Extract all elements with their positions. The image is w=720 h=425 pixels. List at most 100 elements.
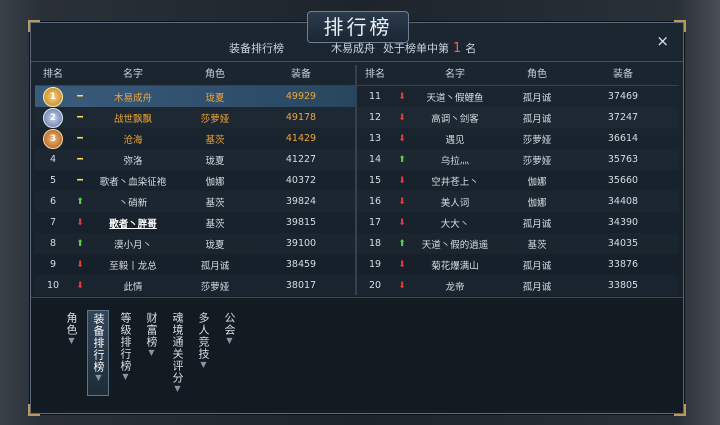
score-cell: 34408 [607, 196, 639, 207]
player-name-cell: 乌拉灬 [440, 155, 470, 167]
role-cell: 伽娜 [205, 176, 225, 188]
trend-cell: ⬇ [393, 175, 411, 186]
tab-6[interactable]: 多人竞技▼ [193, 310, 213, 396]
role-cell: 珑夏 [205, 92, 225, 104]
role-cell: 孤月诚 [522, 113, 552, 125]
table-row[interactable]: 14 ⬆ 乌拉灬 莎萝娅 35763 [357, 149, 679, 170]
player-name-highlight[interactable]: 歌者丶胖哥 [109, 219, 157, 230]
trend-cell: ⬇ [393, 196, 411, 207]
player-name-cell: 此情 [123, 281, 143, 293]
rank-cell: 7 [49, 217, 57, 228]
score-cell: 41429 [285, 133, 317, 144]
tab-4[interactable]: 财富榜▼ [141, 310, 161, 396]
role-cell: 基茨 [205, 218, 225, 230]
table-row[interactable]: 20 ⬇ 龙帝 孤月诚 33805 [357, 275, 679, 296]
trend-cell: ⬆ [393, 154, 411, 165]
trend-down-icon: ⬇ [76, 281, 84, 291]
rank-medal-icon: 3 [43, 128, 63, 149]
tab-7[interactable]: 公会▼ [219, 310, 239, 396]
rank-cell: 12 [368, 112, 382, 123]
trend-up-icon: ⬆ [398, 155, 406, 165]
table-row[interactable]: 19 ⬇ 菊花爆满山 孤月诚 33876 [357, 254, 679, 275]
score-cell: 39815 [285, 217, 317, 228]
header-rank: 排名 [43, 69, 63, 80]
table-row[interactable]: 8 ⬆ 漠小月丶 珑夏 39100 [35, 233, 357, 254]
table-row[interactable]: 16 ⬇ 美人词 伽娜 34408 [357, 191, 679, 212]
trend-cell: ━ [71, 112, 89, 123]
chevron-down-icon: ▼ [121, 372, 130, 382]
rank-cell: 6 [49, 196, 57, 207]
trend-down-icon: ⬇ [398, 92, 406, 102]
rank-cell: 17 [368, 217, 382, 228]
frame-corner [674, 20, 686, 32]
rank-cell: 4 [49, 154, 57, 165]
ranking-summary-bar: 装备排行榜 木易成舟 处于榜单中第 1 名 [31, 35, 683, 59]
role-cell: 孤月诚 [522, 281, 552, 293]
player-name-cell: 至毅丨龙总 [109, 260, 157, 272]
tab-label: 装备排行榜 [92, 313, 105, 373]
position-number: 1 [453, 41, 462, 56]
score-cell: 39824 [285, 196, 317, 207]
ranking-table-right: 排名 名字 角色 装备 11 ⬇ 天道丶假鲤鱼 孤月诚 37469 12 ⬇ 高调丶剑客 孤月诚… [357, 65, 679, 296]
ranking-table-left: 排名 名字 角色 装备 1 ━ 木易成舟 珑夏 49929 2 ━ 战世飘飘 莎萝娅 49178 3… [35, 65, 357, 296]
trend-down-icon: ⬇ [398, 260, 406, 270]
table-row[interactable]: 4 ━ 弥洛 珑夏 41227 [35, 149, 357, 170]
player-name-cell: 战世飘飘 [113, 113, 152, 125]
rank-cell: 14 [368, 154, 382, 165]
tab-5[interactable]: 魂境通关评分▼ [167, 310, 187, 396]
rank-cell: 2 [35, 107, 71, 128]
trend-cell: ⬇ [393, 133, 411, 144]
role-cell: 莎萝娅 [200, 113, 230, 125]
player-name-cell: 歌者丶血染征袍 [99, 176, 167, 188]
table-row[interactable]: 9 ⬇ 至毅丨龙总 孤月诚 38459 [35, 254, 357, 275]
table-row[interactable]: 13 ⬇ 遇见 莎萝娅 36614 [357, 128, 679, 149]
tab-3[interactable]: 等级排行榜▼ [115, 310, 135, 396]
table-row[interactable]: 6 ⬆ 丶硝新 基茨 39824 [35, 191, 357, 212]
table-row[interactable]: 17 ⬇ 大大丶 孤月诚 34390 [357, 212, 679, 233]
player-name-cell: 沧海 [123, 134, 143, 146]
role-cell: 伽娜 [527, 197, 547, 209]
chevron-down-icon: ▼ [67, 336, 76, 346]
table-row[interactable]: 11 ⬇ 天道丶假鲤鱼 孤月诚 37469 [357, 86, 679, 107]
tab-label: 角色 [65, 312, 78, 336]
player-name-cell: 美人词 [440, 197, 470, 209]
table-row[interactable]: 18 ⬆ 天道丶假的逍遥 基茨 34035 [357, 233, 679, 254]
trend-cell: ⬇ [71, 217, 89, 228]
tab-1[interactable]: 角色▼ [61, 310, 81, 396]
table-row[interactable]: 5 ━ 歌者丶血染征袍 伽娜 40372 [35, 170, 357, 191]
table-row[interactable]: 3 ━ 沧海 基茨 41429 [35, 128, 357, 149]
tab-label: 等级排行榜 [119, 312, 132, 372]
table-header: 排名 名字 角色 装备 [35, 65, 357, 86]
trend-up-icon: ⬆ [76, 197, 84, 207]
rank-medal-icon: 2 [43, 107, 63, 128]
trend-same-icon: ━ [77, 112, 83, 123]
tab-2[interactable]: 装备排行榜▼ [87, 310, 109, 396]
rank-cell: 8 [49, 238, 57, 249]
role-cell: 伽娜 [527, 176, 547, 188]
rank-cell: 9 [49, 259, 57, 270]
trend-down-icon: ⬇ [76, 218, 84, 228]
rank-cell: 15 [368, 175, 382, 186]
trend-down-icon: ⬇ [398, 134, 406, 144]
category-panel: 角色▼ 装备排行榜▼ 等级排行榜▼ 财富榜▼ 魂境通关评分▼ 多人竞技▼ 公会▼ [31, 297, 683, 410]
role-cell: 孤月诚 [522, 92, 552, 104]
trend-cell: ━ [71, 133, 89, 144]
trend-down-icon: ⬇ [76, 260, 84, 270]
header-rank: 排名 [365, 69, 385, 80]
table-row[interactable]: 12 ⬇ 高调丶剑客 孤月诚 37247 [357, 107, 679, 128]
table-row[interactable]: 7 ⬇ 歌者丶胖哥 基茨 39815 [35, 212, 357, 233]
table-row[interactable]: 15 ⬇ 空井苍上丶 伽娜 35660 [357, 170, 679, 191]
table-row[interactable]: 10 ⬇ 此情 莎萝娅 38017 [35, 275, 357, 296]
table-row[interactable]: 1 ━ 木易成舟 珑夏 49929 [35, 86, 357, 107]
trend-up-icon: ⬆ [398, 239, 406, 249]
rank-cell: 16 [368, 196, 382, 207]
trend-cell: ━ [71, 91, 89, 102]
rank-medal-icon: 1 [43, 86, 63, 107]
table-row[interactable]: 2 ━ 战世飘飘 莎萝娅 49178 [35, 107, 357, 128]
score-cell: 40372 [285, 175, 317, 186]
rank-cell: 19 [368, 259, 382, 270]
rank-cell: 3 [35, 128, 71, 149]
header-role: 角色 [527, 69, 547, 80]
chevron-down-icon: ▼ [225, 336, 234, 346]
tab-label: 公会 [223, 312, 236, 336]
